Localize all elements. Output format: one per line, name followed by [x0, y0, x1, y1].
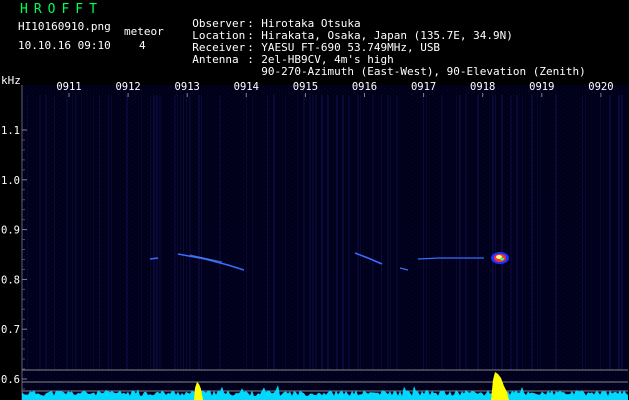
noise-column	[252, 95, 253, 370]
freq-tick-label: 0.7	[1, 324, 20, 336]
time-tick-label: 0916	[352, 81, 377, 93]
noise-column	[219, 95, 221, 370]
noise-column	[441, 95, 443, 370]
freq-tick-label: 0.6	[1, 374, 20, 386]
noise-column	[327, 95, 329, 370]
noise-column	[174, 95, 176, 370]
noise-column	[150, 95, 151, 370]
timestamp: 10.10.16 09:10	[18, 39, 111, 52]
noise-column	[183, 95, 184, 370]
time-tick-label: 0913	[175, 81, 200, 93]
noise-column	[267, 95, 268, 370]
noise-column	[501, 95, 503, 370]
noise-column	[621, 95, 623, 370]
noise-column	[111, 95, 112, 370]
noise-column	[99, 95, 100, 370]
noise-column	[93, 95, 94, 370]
noise-column	[387, 95, 389, 370]
noise-column	[390, 95, 391, 370]
noise-column	[66, 95, 68, 370]
noise-column	[72, 95, 73, 370]
freq-tick-label: 0.9	[1, 225, 20, 237]
noise-column	[516, 95, 518, 370]
time-tick-label: 0914	[234, 81, 259, 93]
noise-column	[492, 95, 494, 370]
noise-column	[540, 95, 541, 370]
time-tick-label: 0917	[411, 81, 436, 93]
noise-column	[285, 95, 286, 370]
noise-column	[585, 95, 586, 370]
noise-column	[159, 95, 161, 370]
noise-column	[198, 95, 200, 370]
freq-tick-label: 1.1	[1, 125, 20, 137]
noise-column	[381, 95, 382, 370]
noise-column	[360, 95, 361, 370]
noise-column	[456, 95, 457, 370]
noise-column	[108, 95, 109, 370]
freq-tick-label: 1.0	[1, 175, 20, 187]
noise-column	[357, 95, 359, 370]
noise-column	[39, 95, 41, 370]
noise-column	[465, 95, 467, 370]
noise-column	[27, 95, 28, 370]
noise-column	[459, 95, 461, 370]
noise-column	[54, 95, 55, 370]
noise-column	[618, 95, 620, 370]
noise-column	[45, 95, 47, 370]
info-value: 90-270-Azimuth (East-West), 90-Elevation…	[261, 65, 586, 78]
meteor-count: 4	[139, 39, 146, 52]
noise-column	[426, 95, 427, 370]
freq-tick-label: 0.8	[1, 274, 20, 286]
noise-column	[510, 95, 512, 370]
noise-column	[423, 95, 424, 370]
time-tick-label: 0919	[529, 81, 554, 93]
noise-column	[156, 95, 158, 370]
noise-column	[336, 95, 338, 370]
noise-column	[141, 95, 142, 370]
noise-column	[177, 95, 178, 370]
noise-column	[273, 95, 275, 370]
noise-column	[348, 95, 350, 370]
noise-column	[126, 95, 128, 370]
time-tick-label: 0911	[56, 81, 81, 93]
noise-column	[186, 95, 187, 370]
noise-column	[246, 95, 247, 370]
noise-column	[315, 95, 317, 370]
noise-column	[522, 95, 523, 370]
noise-column	[600, 95, 601, 370]
app-title: HROFFT	[20, 2, 103, 17]
noise-column	[75, 95, 77, 370]
noise-column	[321, 95, 323, 370]
noise-column	[531, 95, 533, 370]
y-unit-label: kHz	[1, 74, 21, 87]
info-row-antenna-detail: 90-270-Azimuth (East-West), 90-Elevation…	[179, 52, 586, 78]
noise-column	[201, 95, 202, 370]
noise-column	[153, 95, 155, 370]
time-tick-label: 0912	[115, 81, 140, 93]
time-tick-label: 0920	[588, 81, 613, 93]
noise-column	[309, 95, 311, 370]
noise-column	[297, 95, 298, 370]
file-name: HI10160910.png	[18, 20, 111, 33]
noise-column	[537, 95, 538, 370]
noise-column	[609, 95, 611, 370]
noise-column	[555, 95, 557, 370]
time-tick-label: 0918	[470, 81, 495, 93]
noise-column	[312, 95, 314, 370]
noise-column	[396, 95, 398, 370]
time-tick-label: 0915	[293, 81, 318, 93]
noise-column	[342, 95, 344, 370]
noise-column	[495, 95, 496, 370]
noise-column	[582, 95, 583, 370]
noise-column	[477, 95, 479, 370]
noise-column	[180, 95, 181, 370]
meteor-echo-head	[491, 252, 509, 264]
noise-column	[372, 95, 374, 370]
noise-column	[189, 95, 191, 370]
meteor-label: meteor	[124, 25, 164, 38]
noise-column	[81, 95, 82, 370]
noise-column	[303, 95, 305, 370]
